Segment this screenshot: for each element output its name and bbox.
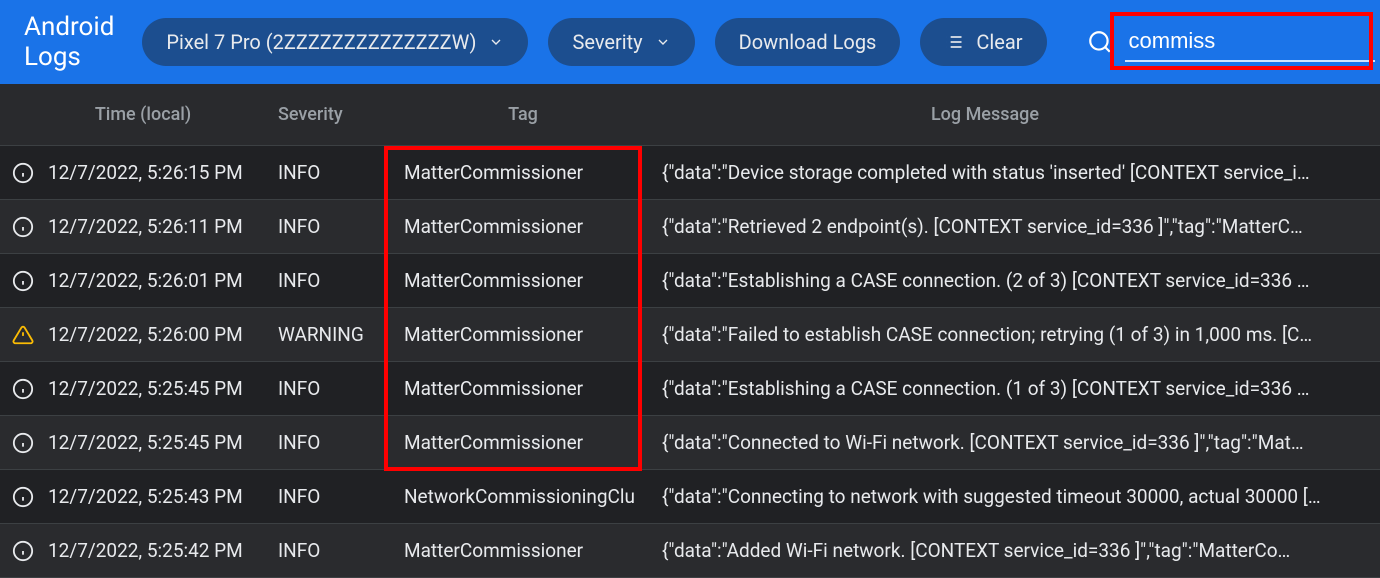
table-row[interactable]: 12/7/2022, 5:26:00 PMWARNINGMatterCommis…	[0, 308, 1380, 362]
cell-severity: INFO	[278, 161, 404, 184]
cell-time: 12/7/2022, 5:25:42 PM	[48, 539, 278, 562]
cell-message: {"data":"Retrieved 2 endpoint(s). [CONTE…	[662, 215, 1368, 238]
cell-tag: MatterCommissioner	[404, 431, 662, 454]
severity-selector[interactable]: Severity	[548, 18, 694, 66]
cell-severity: INFO	[278, 431, 404, 454]
cell-time: 12/7/2022, 5:25:43 PM	[48, 485, 278, 508]
cell-tag: MatterCommissioner	[404, 377, 662, 400]
severity-icon	[12, 270, 48, 292]
severity-icon	[12, 486, 48, 508]
table-row[interactable]: 12/7/2022, 5:25:45 PMINFOMatterCommissio…	[0, 416, 1380, 470]
chevron-down-icon	[488, 34, 504, 50]
cell-time: 12/7/2022, 5:26:01 PM	[48, 269, 278, 292]
cell-time: 12/7/2022, 5:25:45 PM	[48, 377, 278, 400]
download-logs-button[interactable]: Download Logs	[715, 18, 901, 66]
table-header: Time (local) Severity Tag Log Message	[0, 84, 1380, 146]
severity-icon	[12, 540, 48, 562]
severity-icon	[12, 324, 48, 346]
cell-tag: MatterCommissioner	[404, 215, 662, 238]
col-header-severity: Severity	[278, 104, 404, 125]
cell-tag: MatterCommissioner	[404, 269, 662, 292]
col-header-tag: Tag	[404, 104, 662, 125]
cell-message: {"data":"Establishing a CASE connection.…	[662, 269, 1368, 292]
cell-severity: INFO	[278, 539, 404, 562]
clear-label: Clear	[976, 30, 1022, 54]
col-header-message: Log Message	[662, 104, 1368, 125]
severity-icon	[12, 432, 48, 454]
cell-tag: NetworkCommissioningClu	[404, 485, 662, 508]
cell-severity: INFO	[278, 215, 404, 238]
cell-tag: MatterCommissioner	[404, 161, 662, 184]
device-selector[interactable]: Pixel 7 Pro (2ZZZZZZZZZZZZZZW)	[142, 18, 528, 66]
search-wrap	[1087, 22, 1375, 62]
severity-label: Severity	[572, 30, 642, 54]
cell-tag: MatterCommissioner	[404, 323, 662, 346]
cell-time: 12/7/2022, 5:26:11 PM	[48, 215, 278, 238]
page-title: Android Logs	[24, 12, 114, 72]
clear-list-icon	[944, 32, 964, 52]
cell-message: {"data":"Establishing a CASE connection.…	[662, 377, 1368, 400]
device-label: Pixel 7 Pro (2ZZZZZZZZZZZZZZW)	[166, 30, 476, 54]
table-row[interactable]: 12/7/2022, 5:25:42 PMINFOMatterCommissio…	[0, 524, 1380, 578]
chevron-down-icon	[655, 34, 671, 50]
download-label: Download Logs	[739, 30, 877, 54]
cell-message: {"data":"Device storage completed with s…	[662, 161, 1368, 184]
cell-severity: WARNING	[278, 323, 404, 346]
table-row[interactable]: 12/7/2022, 5:25:45 PMINFOMatterCommissio…	[0, 362, 1380, 416]
cell-message: {"data":"Connected to Wi-Fi network. [CO…	[662, 431, 1368, 454]
severity-icon	[12, 216, 48, 238]
cell-time: 12/7/2022, 5:26:00 PM	[48, 323, 278, 346]
cell-message: {"data":"Connecting to network with sugg…	[662, 485, 1368, 508]
log-rows: 12/7/2022, 5:26:15 PMINFOMatterCommissio…	[0, 146, 1380, 578]
severity-icon	[12, 162, 48, 184]
cell-time: 12/7/2022, 5:26:15 PM	[48, 161, 278, 184]
table-row[interactable]: 12/7/2022, 5:26:11 PMINFOMatterCommissio…	[0, 200, 1380, 254]
header-bar: Android Logs Pixel 7 Pro (2ZZZZZZZZZZZZZ…	[0, 0, 1380, 84]
cell-severity: INFO	[278, 269, 404, 292]
cell-message: {"data":"Failed to establish CASE connec…	[662, 323, 1368, 346]
table-row[interactable]: 12/7/2022, 5:25:43 PMINFONetworkCommissi…	[0, 470, 1380, 524]
col-header-time: Time (local)	[48, 104, 278, 125]
search-input[interactable]	[1125, 22, 1375, 62]
cell-severity: INFO	[278, 485, 404, 508]
cell-tag: MatterCommissioner	[404, 539, 662, 562]
severity-icon	[12, 378, 48, 400]
search-icon	[1087, 29, 1113, 55]
table-row[interactable]: 12/7/2022, 5:26:15 PMINFOMatterCommissio…	[0, 146, 1380, 200]
cell-severity: INFO	[278, 377, 404, 400]
clear-button[interactable]: Clear	[920, 18, 1046, 66]
cell-message: {"data":"Added Wi-Fi network. [CONTEXT s…	[662, 539, 1368, 562]
cell-time: 12/7/2022, 5:25:45 PM	[48, 431, 278, 454]
table-row[interactable]: 12/7/2022, 5:26:01 PMINFOMatterCommissio…	[0, 254, 1380, 308]
